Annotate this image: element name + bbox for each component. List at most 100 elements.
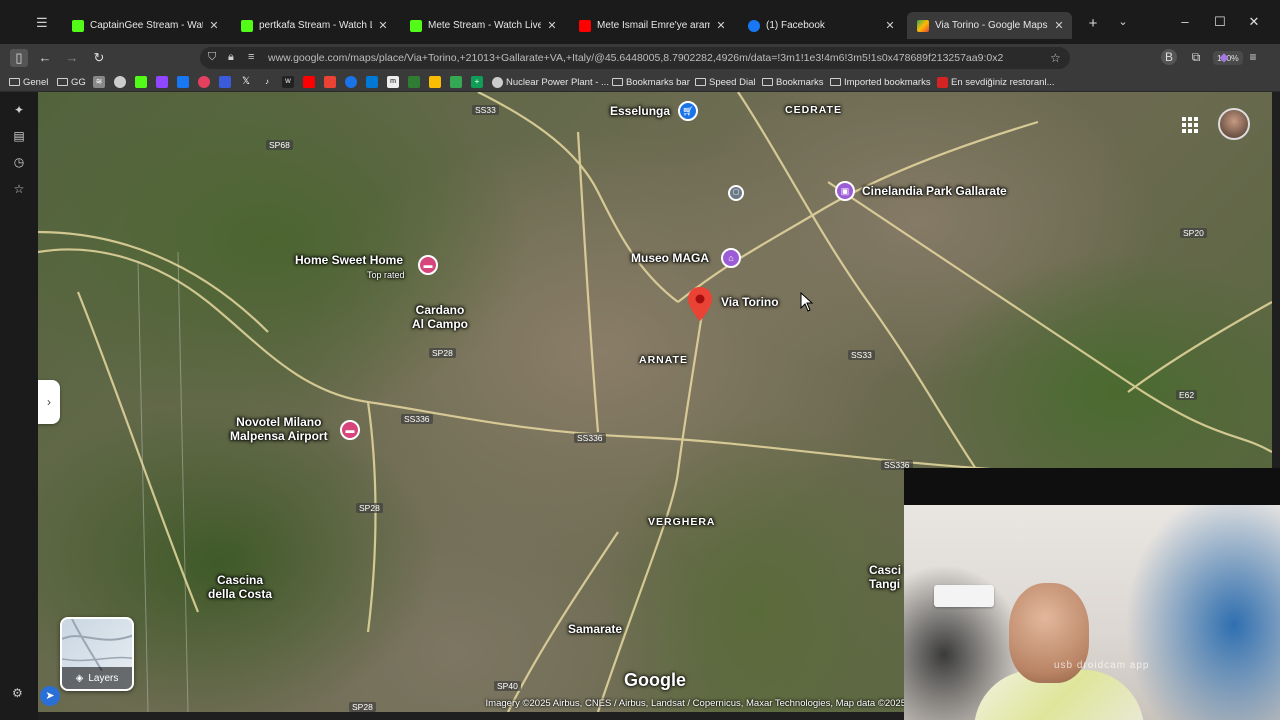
extensions-puzzle-icon[interactable]: ⧉ bbox=[1188, 49, 1204, 65]
extension-b-icon[interactable]: B bbox=[1161, 49, 1177, 65]
kick-favicon-icon bbox=[72, 19, 84, 32]
address-bar[interactable]: ⛉ 🔒︎ ≡ www.google.com/maps/place/Via+Tor… bbox=[200, 47, 1243, 69]
history-clock-icon[interactable]: ◷ bbox=[11, 154, 27, 170]
blue-circle-bookmark-icon[interactable] bbox=[345, 76, 357, 88]
tab-facebook[interactable]: (1) Facebook ✕ bbox=[738, 12, 903, 39]
close-tab-icon[interactable]: ✕ bbox=[376, 19, 390, 33]
tab-youtube-search[interactable]: Mete İsmail Emre'ye aramas ✕ bbox=[569, 12, 734, 39]
youtube-bookmark-icon[interactable] bbox=[303, 76, 315, 88]
tab-sidebar-icon[interactable]: ☰ bbox=[36, 15, 54, 33]
layers-button[interactable]: ◈ Layers bbox=[60, 617, 134, 691]
location-pin-icon[interactable] bbox=[688, 287, 712, 321]
tab-title: Mete İsmail Emre'ye aramas bbox=[597, 20, 710, 31]
close-tab-icon[interactable]: ✕ bbox=[545, 19, 559, 33]
drive-bookmark-icon[interactable] bbox=[429, 76, 441, 88]
wiki-bookmark-icon[interactable]: W bbox=[282, 76, 294, 88]
shopping-cart-icon[interactable]: 🛒︎ bbox=[678, 101, 698, 121]
tab-pertkafa[interactable]: pertkafa Stream - Watch Live o ✕ bbox=[231, 12, 396, 39]
bookmark-folder-imported[interactable]: Imported bookmarks bbox=[830, 75, 931, 89]
url-text[interactable]: www.google.com/maps/place/Via+Torino,+21… bbox=[268, 52, 1003, 64]
kick-favicon-icon bbox=[241, 19, 253, 32]
bookmark-folder-speed-dial[interactable]: Speed Dial bbox=[695, 75, 755, 89]
site-settings-icon[interactable]: ≡ bbox=[248, 51, 254, 63]
bookmark-folder-bookmarks-bar[interactable]: Bookmarks bar bbox=[612, 75, 690, 89]
place-label-museo-maga[interactable]: Museo MAGA bbox=[631, 251, 709, 266]
linkedin-bookmark-icon[interactable] bbox=[366, 76, 378, 88]
favorites-star-icon[interactable]: ☆ bbox=[11, 181, 27, 197]
plus-bookmark-icon[interactable]: + bbox=[471, 76, 483, 88]
bookmark-label: En sevdiğiniz restoranl... bbox=[951, 76, 1055, 88]
maximize-icon[interactable]: ☐ bbox=[1212, 14, 1228, 30]
place-label-home-sweet-home[interactable]: Home Sweet Home bbox=[295, 253, 403, 268]
road-west bbox=[38, 230, 269, 333]
list-bookmark-icon[interactable] bbox=[219, 76, 231, 88]
close-tab-icon[interactable]: ✕ bbox=[883, 19, 897, 33]
road-ss33-north bbox=[477, 92, 679, 303]
bookmark-label: GG bbox=[71, 76, 86, 88]
bookmark-label: Bookmarks bbox=[776, 76, 824, 88]
back-arrow-icon[interactable]: ← bbox=[36, 49, 54, 67]
selected-place-label[interactable]: Via Torino bbox=[721, 295, 779, 310]
bookmark-restaurants[interactable]: En sevdiğiniz restoranl... bbox=[937, 75, 1055, 89]
close-tab-icon[interactable]: ✕ bbox=[714, 19, 728, 33]
folder-icon bbox=[57, 78, 68, 86]
gmail-bookmark-icon[interactable] bbox=[324, 76, 336, 88]
place-label-cascina-tangi: Casci Tangi bbox=[869, 563, 902, 591]
close-tab-icon[interactable]: ✕ bbox=[1052, 19, 1066, 33]
settings-gear-icon[interactable]: ⚙ bbox=[12, 686, 26, 700]
tab-title: Via Torino - Google Maps bbox=[935, 20, 1048, 31]
tab-captaingee[interactable]: CaptainGee Stream - Watch Live ✕ bbox=[62, 12, 227, 39]
place-label-cinelandia[interactable]: Cinelandia Park Gallarate bbox=[862, 184, 1007, 199]
folder-icon bbox=[695, 78, 706, 86]
cinema-icon[interactable]: ▣ bbox=[835, 181, 855, 201]
profile-icon[interactable]: ◆ bbox=[1216, 49, 1232, 65]
account-avatar[interactable] bbox=[1218, 108, 1250, 140]
globe-bookmark-icon[interactable] bbox=[114, 76, 126, 88]
bookmark-nuclear-power-plant[interactable]: Nuclear Power Plant - ... bbox=[492, 75, 609, 89]
close-window-icon[interactable]: ✕ bbox=[1246, 14, 1262, 30]
directions-compass-icon[interactable]: ➤ bbox=[40, 686, 60, 706]
tab-title: pertkafa Stream - Watch Live o bbox=[259, 20, 372, 31]
bookmark-star-icon[interactable]: ☆ bbox=[1050, 51, 1061, 65]
ai-sparkle-icon[interactable]: ✦ bbox=[11, 102, 27, 118]
tab-title: Mete Stream - Watch Live on Ki bbox=[428, 20, 541, 31]
kick-bookmark-icon[interactable] bbox=[135, 76, 147, 88]
minimize-icon[interactable]: – bbox=[1177, 14, 1193, 29]
place-label-arnate: ARNATE bbox=[639, 354, 688, 366]
tab-mete-stream[interactable]: Mete Stream - Watch Live on Ki ✕ bbox=[400, 12, 565, 39]
lock-icon[interactable]: 🔒︎ bbox=[228, 51, 234, 64]
reload-icon[interactable]: ↻ bbox=[90, 49, 108, 67]
green-bookmark-icon[interactable] bbox=[408, 76, 420, 88]
m-bookmark-icon[interactable]: m bbox=[387, 76, 399, 88]
museum-icon[interactable]: ⌂ bbox=[721, 248, 741, 268]
twitch-bookmark-icon[interactable] bbox=[156, 76, 168, 88]
google-apps-grid-icon[interactable] bbox=[1181, 116, 1199, 134]
bookmark-folder-genel[interactable]: Genel bbox=[9, 75, 48, 89]
bookmarks-bar: Genel GG ≋ 𝕏 ♪ W m + Nuclear Power Plant… bbox=[0, 72, 1280, 92]
menu-icon[interactable]: ≡ bbox=[1245, 49, 1261, 65]
forward-arrow-icon[interactable]: → bbox=[63, 49, 81, 67]
instagram-bookmark-icon[interactable] bbox=[198, 76, 210, 88]
tab-list-chevron-down-icon[interactable]: ⌄ bbox=[1115, 15, 1131, 28]
tab-google-maps[interactable]: Via Torino - Google Maps ✕ bbox=[907, 12, 1072, 39]
tiktok-bookmark-icon[interactable]: ♪ bbox=[261, 76, 273, 88]
facebook-bookmark-icon[interactable] bbox=[177, 76, 189, 88]
hotel-icon[interactable]: ▬ bbox=[340, 420, 360, 440]
hotel-icon[interactable]: ▬ bbox=[418, 255, 438, 275]
kick-favicon-icon bbox=[410, 19, 422, 32]
expand-side-panel-chevron-icon[interactable]: › bbox=[38, 380, 60, 424]
close-tab-icon[interactable]: ✕ bbox=[207, 19, 221, 33]
reading-list-icon[interactable]: ▤ bbox=[11, 128, 27, 144]
stack-bookmark-icon[interactable]: ≋ bbox=[93, 76, 105, 88]
place-label-novotel[interactable]: Novotel Milano Malpensa Airport bbox=[230, 415, 328, 444]
place-label-esselunga[interactable]: Esselunga bbox=[610, 104, 670, 119]
sidebar-toggle-icon[interactable]: ▯ bbox=[10, 49, 28, 67]
place-label-samarate: Samarate bbox=[568, 622, 623, 636]
x-twitter-bookmark-icon[interactable]: 𝕏 bbox=[240, 76, 252, 88]
bookmark-folder-bookmarks[interactable]: Bookmarks bbox=[762, 75, 824, 89]
bookmark-folder-gg[interactable]: GG bbox=[57, 75, 86, 89]
transit-icon[interactable]: ▢ bbox=[728, 185, 744, 201]
shield-icon[interactable]: ⛉ bbox=[208, 51, 216, 64]
sheets-bookmark-icon[interactable] bbox=[450, 76, 462, 88]
new-tab-plus-icon[interactable]: + bbox=[1084, 15, 1102, 32]
